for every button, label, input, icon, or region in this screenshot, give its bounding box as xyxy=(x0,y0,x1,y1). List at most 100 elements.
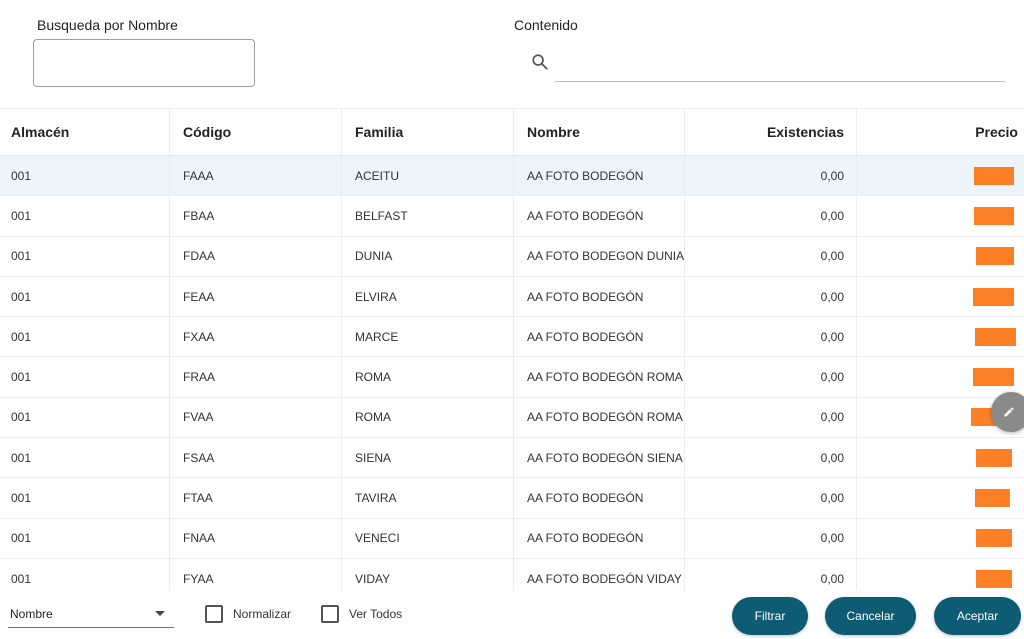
cell-existencias: 0,00 xyxy=(685,558,857,590)
cell-nombre: AA FOTO BODEGÓN xyxy=(514,317,685,357)
cell-existencias: 0,00 xyxy=(685,518,857,558)
cell-nombre: AA FOTO BODEGÓN ROMA xyxy=(514,357,685,397)
cell-existencias: 0,00 xyxy=(685,317,857,357)
column-header-almacen[interactable]: Almacén xyxy=(0,109,170,155)
redacted-price xyxy=(975,327,1016,346)
cell-almacen: 001 xyxy=(0,397,170,438)
cell-codigo: FEAA xyxy=(170,276,342,317)
cell-familia: ROMA xyxy=(342,397,514,438)
cell-almacen: 001 xyxy=(0,357,170,397)
cell-nombre: AA FOTO BODEGÓN xyxy=(514,478,685,518)
cell-nombre: AA FOTO BODEGÓN ROMA xyxy=(514,397,685,438)
cell-almacen: 001 xyxy=(0,438,170,478)
table-row[interactable]: 001 FAAA ACEITU AA FOTO BODEGÓN 0,00 xyxy=(0,156,1024,197)
cell-codigo: FXAA xyxy=(170,317,342,357)
sort-field-value: Nombre xyxy=(10,606,53,621)
cell-familia: VIDAY xyxy=(342,558,514,590)
normalizar-label: Normalizar xyxy=(233,607,292,621)
table-row[interactable]: 001 FBAA BELFAST AA FOTO BODEGÓN 0,00 xyxy=(0,196,1024,237)
cell-nombre: AA FOTO BODEGÓN VIDAY xyxy=(514,558,685,590)
cell-precio xyxy=(857,196,1024,235)
cell-almacen: 001 xyxy=(0,518,170,558)
cell-precio xyxy=(857,317,1024,356)
table-row[interactable]: 001 FXAA MARCE AA FOTO BODEGÓN 0,00 xyxy=(0,317,1024,358)
column-header-nombre[interactable]: Nombre xyxy=(514,109,685,155)
table-row[interactable]: 001 FYAA VIDAY AA FOTO BODEGÓN VIDAY 0,00 xyxy=(0,558,1024,590)
redacted-price xyxy=(976,569,1012,588)
cell-almacen: 001 xyxy=(0,558,170,590)
cell-codigo: FYAA xyxy=(170,558,342,590)
cell-codigo: FTAA xyxy=(170,478,342,518)
table-row[interactable]: 001 FTAA TAVIRA AA FOTO BODEGÓN 0,00 xyxy=(0,478,1024,519)
cancelar-button[interactable]: Cancelar xyxy=(825,597,916,635)
ver-todos-label: Ver Todos xyxy=(349,607,403,621)
cell-almacen: 001 xyxy=(0,478,170,518)
cell-almacen: 001 xyxy=(0,276,170,317)
aceptar-button[interactable]: Aceptar xyxy=(934,597,1021,635)
cell-nombre: AA FOTO BODEGÓN SIENA xyxy=(514,438,685,478)
cell-existencias: 0,00 xyxy=(685,357,857,397)
edit-button[interactable] xyxy=(991,392,1024,432)
cell-familia: ROMA xyxy=(342,357,514,397)
table-row[interactable]: 001 FDAA DUNIA AA FOTO BODEGON DUNIA 0,00 xyxy=(0,236,1024,277)
cell-familia: BELFAST xyxy=(342,196,514,236)
table-header: Almacén Código Familia Nombre Existencia… xyxy=(0,108,1024,156)
cell-familia: ELVIRA xyxy=(342,276,514,317)
cell-nombre: AA FOTO BODEGÓN xyxy=(514,156,685,196)
redacted-price xyxy=(976,247,1014,266)
name-search-input[interactable] xyxy=(33,39,255,87)
table-row[interactable]: 001 FSAA SIENA AA FOTO BODEGÓN SIENA 0,00 xyxy=(0,438,1024,479)
cell-precio xyxy=(857,559,1024,590)
cell-precio xyxy=(857,438,1024,477)
cell-precio xyxy=(857,357,1024,396)
column-header-codigo[interactable]: Código xyxy=(170,109,342,155)
table-row[interactable]: 001 FNAA VENECI AA FOTO BODEGÓN 0,00 xyxy=(0,518,1024,559)
content-search-input[interactable] xyxy=(555,44,1005,82)
cell-existencias: 0,00 xyxy=(685,438,857,478)
column-header-familia[interactable]: Familia xyxy=(342,109,514,155)
cell-precio xyxy=(857,519,1024,558)
table-row[interactable]: 001 FRAA ROMA AA FOTO BODEGÓN ROMA 0,00 xyxy=(0,357,1024,398)
cell-almacen: 001 xyxy=(0,196,170,236)
cell-existencias: 0,00 xyxy=(685,236,857,276)
redacted-price xyxy=(975,489,1010,508)
name-search-label: Busqueda por Nombre xyxy=(37,17,178,33)
cell-existencias: 0,00 xyxy=(685,196,857,236)
cell-existencias: 0,00 xyxy=(685,397,857,438)
products-table: Almacén Código Familia Nombre Existencia… xyxy=(0,108,1024,590)
cell-codigo: FBAA xyxy=(170,196,342,236)
cell-codigo: FSAA xyxy=(170,438,342,478)
normalizar-checkbox[interactable]: Normalizar xyxy=(205,605,291,623)
cell-almacen: 001 xyxy=(0,156,170,196)
cell-precio xyxy=(857,237,1024,276)
redacted-price xyxy=(974,166,1014,185)
cell-precio xyxy=(857,478,1024,517)
cell-familia: SIENA xyxy=(342,438,514,478)
cell-familia: ACEITU xyxy=(342,156,514,196)
redacted-price xyxy=(976,448,1012,467)
sort-field-select[interactable]: Nombre xyxy=(8,600,174,628)
content-search-label: Contenido xyxy=(514,17,578,33)
cell-familia: MARCE xyxy=(342,317,514,357)
filtrar-button[interactable]: Filtrar xyxy=(732,597,808,635)
table-body: 001 FAAA ACEITU AA FOTO BODEGÓN 0,00 001 FBAA B… xyxy=(0,156,1024,590)
column-header-existencias[interactable]: Existencias xyxy=(685,109,857,155)
cell-familia: DUNIA xyxy=(342,236,514,276)
column-header-precio[interactable]: Precio xyxy=(857,109,1024,155)
cell-existencias: 0,00 xyxy=(685,156,857,196)
redacted-price xyxy=(976,529,1012,548)
cell-familia: TAVIRA xyxy=(342,478,514,518)
search-icon[interactable] xyxy=(531,53,549,71)
checkbox-icon[interactable] xyxy=(321,605,339,623)
cell-nombre: AA FOTO BODEGON DUNIA xyxy=(514,236,685,276)
cell-precio xyxy=(857,156,1024,195)
table-row[interactable]: 001 FEAA ELVIRA AA FOTO BODEGÓN 0,00 xyxy=(0,276,1024,318)
redacted-price xyxy=(974,206,1014,225)
cell-codigo: FRAA xyxy=(170,357,342,397)
cell-familia: VENECI xyxy=(342,518,514,558)
cell-codigo: FDAA xyxy=(170,236,342,276)
checkbox-icon[interactable] xyxy=(205,605,223,623)
cell-almacen: 001 xyxy=(0,236,170,276)
table-row[interactable]: 001 FVAA ROMA AA FOTO BODEGÓN ROMA 0,00 xyxy=(0,397,1024,439)
ver-todos-checkbox[interactable]: Ver Todos xyxy=(321,605,402,623)
